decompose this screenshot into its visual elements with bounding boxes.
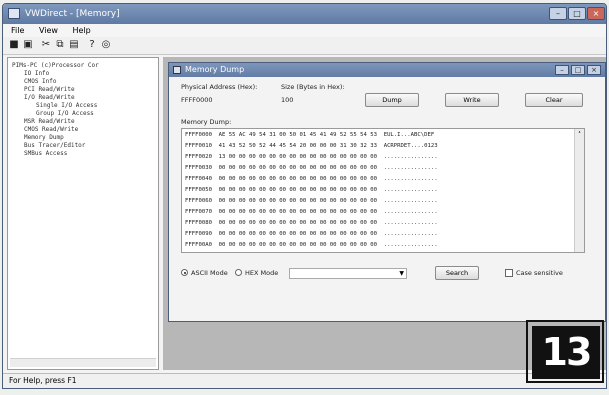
about-icon[interactable]: ◎	[100, 39, 112, 51]
dump-row: FFFF0030 00 00 00 00 00 00 00 00 00 00 0…	[185, 165, 438, 171]
size-label: Size (Bytes in Hex):	[281, 83, 345, 91]
save-all-icon[interactable]: ▣	[22, 39, 34, 51]
window-icon	[173, 66, 181, 74]
tree-item-io-info[interactable]: IO Info	[24, 70, 49, 77]
clear-button[interactable]: Clear	[525, 93, 583, 107]
ascii-mode-radio[interactable]	[181, 269, 188, 276]
menu-help[interactable]: Help	[72, 26, 90, 35]
tree-root[interactable]: PIMs-PC (c)Processor Cor	[12, 62, 99, 69]
case-sensitive-label: Case sensitive	[516, 269, 563, 277]
tree-item-cmos-info[interactable]: CMOS Info	[24, 78, 57, 85]
cut-icon[interactable]: ✂	[40, 39, 52, 51]
tree-item-memory-dump[interactable]: Memory Dump	[24, 134, 64, 141]
tree-item-smbus[interactable]: SMBus Access	[24, 150, 67, 157]
hex-mode-radio[interactable]	[235, 269, 242, 276]
memory-dump-view[interactable]: FFFF0000 AE 55 AC 49 54 31 00 50 01 45 4…	[181, 128, 585, 253]
dump-row: FFFF00A0 00 00 00 00 00 00 00 00 00 00 0…	[185, 242, 438, 248]
search-button[interactable]: Search	[435, 266, 479, 280]
physical-address-field[interactable]: FFFF0000	[181, 96, 213, 104]
write-button[interactable]: Write	[445, 93, 499, 107]
toolbar: ■ ▣ ✂ ⧉ ▤ ? ◎	[3, 37, 606, 55]
child-close-button[interactable]: ×	[587, 65, 601, 75]
chevron-down-icon: ▼	[399, 270, 404, 277]
physical-address-label: Physical Address (Hex):	[181, 83, 258, 91]
menu-file[interactable]: File	[11, 26, 24, 35]
dump-button[interactable]: Dump	[365, 93, 419, 107]
memory-dump-title: Memory Dump	[185, 65, 245, 74]
dump-row: FFFF0070 00 00 00 00 00 00 00 00 00 00 0…	[185, 209, 438, 215]
save-icon[interactable]: ■	[8, 39, 20, 51]
maximize-button[interactable]: □	[568, 7, 586, 20]
memory-dump-label: Memory Dump:	[181, 118, 232, 126]
dump-row: FFFF0050 00 00 00 00 00 00 00 00 00 00 0…	[185, 187, 438, 193]
window-title: VWDirect - [Memory]	[25, 9, 120, 19]
tree-item-io-rw[interactable]: I/O Read/Write	[24, 94, 75, 101]
child-maximize-button[interactable]: □	[571, 65, 585, 75]
tree-item-cmos-rw[interactable]: CMOS Read/Write	[24, 126, 78, 133]
figure-number-badge: 13	[526, 320, 604, 383]
tree-item-group-io[interactable]: Group I/O Access	[36, 110, 94, 117]
search-combo[interactable]: ▼	[289, 268, 407, 279]
child-minimize-button[interactable]: –	[555, 65, 569, 75]
tree-item-pci[interactable]: PCI Read/Write	[24, 86, 75, 93]
menu-bar: File View Help	[3, 24, 606, 37]
minimize-button[interactable]: –	[549, 7, 567, 20]
dump-row: FFFF0090 00 00 00 00 00 00 00 00 00 00 0…	[185, 231, 438, 237]
dump-row: FFFF0010 41 43 52 50 52 44 45 54 20 00 0…	[185, 143, 438, 149]
app-icon	[8, 8, 20, 19]
memory-dump-titlebar[interactable]: Memory Dump – □ ×	[169, 63, 605, 77]
tree-item-single-io[interactable]: Single I/O Access	[36, 102, 97, 109]
dump-row: FFFF0000 AE 55 AC 49 54 31 00 50 01 45 4…	[185, 132, 435, 138]
ascii-mode-label: ASCII Mode	[191, 269, 228, 277]
help-icon[interactable]: ?	[86, 39, 98, 51]
dump-row: FFFF0080 00 00 00 00 00 00 00 00 00 00 0…	[185, 220, 438, 226]
copy-icon[interactable]: ⧉	[54, 39, 66, 51]
tree-item-msr[interactable]: MSR Read/Write	[24, 118, 75, 125]
paste-icon[interactable]: ▤	[68, 39, 80, 51]
case-sensitive-checkbox[interactable]	[505, 269, 513, 277]
dump-row: FFFF0020 13 00 00 00 00 00 00 00 00 00 0…	[185, 154, 438, 160]
title-bar[interactable]: VWDirect - [Memory] – □ ×	[3, 4, 606, 24]
menu-view[interactable]: View	[39, 26, 58, 35]
app-window: VWDirect - [Memory] – □ × File View Help…	[2, 3, 607, 389]
dump-row: FFFF0040 00 00 00 00 00 00 00 00 00 00 0…	[185, 176, 438, 182]
size-field[interactable]: 100	[281, 96, 293, 104]
dump-row: FFFF0060 00 00 00 00 00 00 00 00 00 00 0…	[185, 198, 438, 204]
device-tree: PIMs-PC (c)Processor Cor IO Info CMOS In…	[7, 57, 159, 370]
close-button[interactable]: ×	[587, 7, 605, 20]
status-text: For Help, press F1	[9, 376, 77, 385]
memory-dump-window: Memory Dump – □ × Physical Address (Hex)…	[168, 62, 606, 322]
tree-horizontal-scrollbar[interactable]	[10, 358, 156, 367]
status-bar: For Help, press F1	[3, 373, 606, 388]
dump-vertical-scrollbar[interactable]: ▴	[574, 129, 584, 252]
hex-mode-label: HEX Mode	[245, 269, 279, 277]
tree-item-bus-tracer[interactable]: Bus Tracer/Editor	[24, 142, 85, 149]
